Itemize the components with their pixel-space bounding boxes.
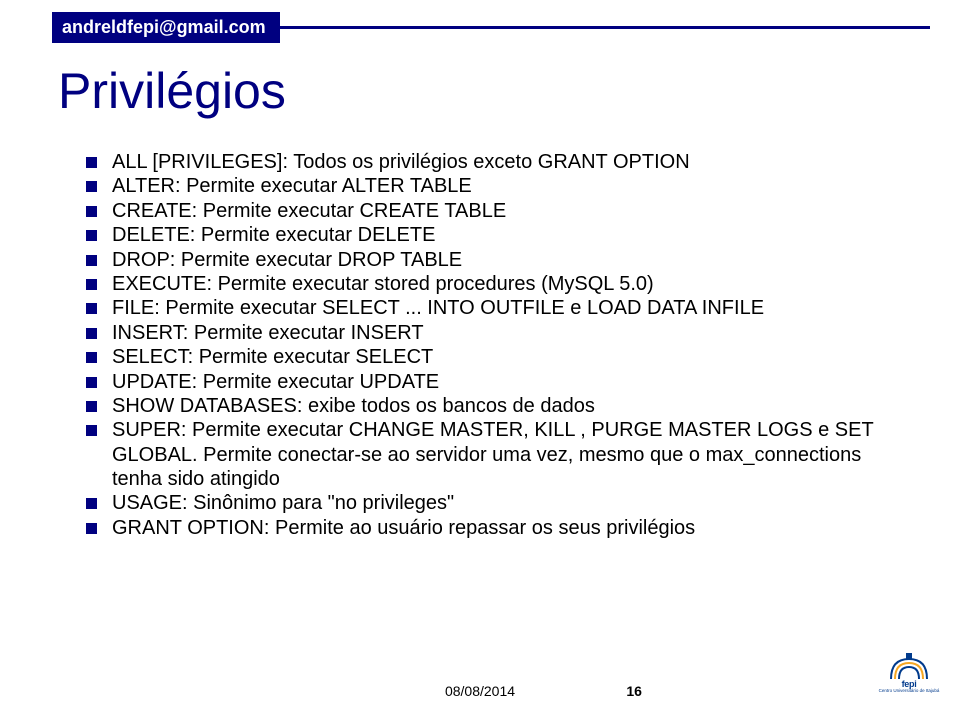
page-title: Privilégios [58,62,286,120]
header: andreldfepi@gmail.com [52,12,280,42]
list-item: INSERT: Permite executar INSERT [86,321,900,345]
list-item: GRANT OPTION: Permite ao usuário repassa… [86,516,900,540]
list-item: EXECUTE: Permite executar stored procedu… [86,272,900,296]
content-area: ALL [PRIVILEGES]: Todos os privilégios e… [86,150,900,540]
list-item: ALL [PRIVILEGES]: Todos os privilégios e… [86,150,900,174]
list-item: DELETE: Permite executar DELETE [86,223,900,247]
list-item: SHOW DATABASES: exibe todos os bancos de… [86,394,900,418]
list-item: ALTER: Permite executar ALTER TABLE [86,174,900,198]
header-email: andreldfepi@gmail.com [52,12,280,43]
list-item: SUPER: Permite executar CHANGE MASTER, K… [86,418,900,491]
footer-date: 08/08/2014 [445,683,515,699]
list-item: FILE: Permite executar SELECT ... INTO O… [86,296,900,320]
list-item: USAGE: Sinônimo para "no privileges" [86,491,900,515]
privilege-list: ALL [PRIVILEGES]: Todos os privilégios e… [86,150,900,540]
footer-page-number: 16 [626,683,642,699]
logo-icon [889,651,929,681]
list-item: DROP: Permite executar DROP TABLE [86,248,900,272]
list-item: SELECT: Permite executar SELECT [86,345,900,369]
footer-logo: fepi Centro Universitário de Itajubá [876,643,942,701]
logo-subtext: Centro Universitário de Itajubá [879,689,940,694]
list-item: CREATE: Permite executar CREATE TABLE [86,199,900,223]
footer: 08/08/2014 16 fepi Centro Universitário … [0,643,960,703]
list-item: UPDATE: Permite executar UPDATE [86,370,900,394]
